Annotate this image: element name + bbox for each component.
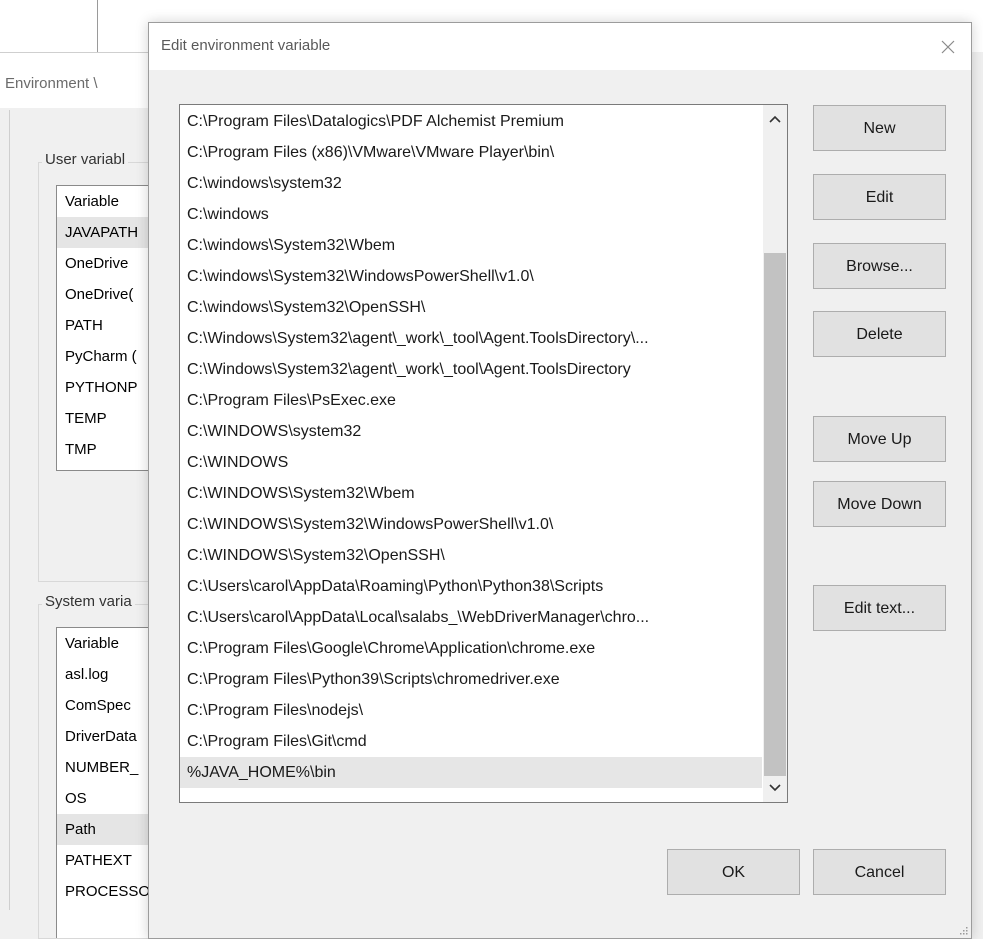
user-variables-column-header[interactable]: Variable xyxy=(57,186,157,217)
background-left-edge xyxy=(9,110,10,910)
system-variable-row[interactable]: ComSpec xyxy=(57,690,157,721)
path-list-scrollbar[interactable] xyxy=(763,105,787,802)
path-list-item[interactable]: C:\Program Files\Google\Chrome\Applicati… xyxy=(180,633,762,664)
system-variable-row[interactable]: Path xyxy=(57,814,157,845)
path-list-item[interactable]: C:\windows\system32 xyxy=(180,168,762,199)
user-variable-row[interactable]: PyCharm ( xyxy=(57,341,157,372)
path-list-item[interactable]: C:\Users\carol\AppData\Roaming\Python\Py… xyxy=(180,571,762,602)
user-variables-label: User variabl xyxy=(42,151,129,168)
path-list-item[interactable]: C:\Program Files\Python39\Scripts\chrome… xyxy=(180,664,762,695)
edit-button[interactable]: Edit xyxy=(813,174,946,220)
user-variable-row[interactable]: OneDrive( xyxy=(57,279,157,310)
path-list-item[interactable]: C:\Program Files (x86)\VMware\VMware Pla… xyxy=(180,137,762,168)
background-titlebar: Environment \ xyxy=(0,52,160,108)
path-list-item[interactable]: C:\WINDOWS\System32\WindowsPowerShell\v1… xyxy=(180,509,762,540)
user-variable-row[interactable]: TMP xyxy=(57,434,157,465)
system-variable-row[interactable]: DriverData xyxy=(57,721,157,752)
edit-text-button[interactable]: Edit text... xyxy=(813,585,946,631)
chevron-up-icon xyxy=(769,115,781,123)
system-variable-row[interactable]: asl.log xyxy=(57,659,157,690)
user-variables-list[interactable]: Variable JAVAPATH OneDrive OneDrive(PATH PyC… xyxy=(56,185,158,471)
path-list-item[interactable]: C:\Program Files\Git\cmd xyxy=(180,726,762,757)
background-window-title: Environment \ xyxy=(5,75,98,92)
ok-button[interactable]: OK xyxy=(667,849,800,895)
path-list-item[interactable]: C:\WINDOWS\System32\Wbem xyxy=(180,478,762,509)
system-variable-row[interactable]: NUMBER_ xyxy=(57,752,157,783)
path-list-item[interactable]: C:\windows\System32\Wbem xyxy=(180,230,762,261)
scroll-down-button[interactable] xyxy=(763,774,787,802)
path-list-item[interactable]: C:\Windows\System32\agent\_work\_tool\Ag… xyxy=(180,323,762,354)
path-list-item[interactable]: C:\windows xyxy=(180,199,762,230)
path-list-item[interactable]: C:\windows\System32\OpenSSH\ xyxy=(180,292,762,323)
dialog-title: Edit environment variable xyxy=(161,37,331,54)
user-variable-row[interactable]: JAVAPATH xyxy=(57,217,157,248)
dialog-titlebar[interactable]: Edit environment variable xyxy=(149,23,971,70)
system-variable-row[interactable]: PROCESSO xyxy=(57,876,157,907)
chevron-down-icon xyxy=(769,784,781,792)
resize-grip-icon[interactable] xyxy=(958,925,968,935)
user-variable-row[interactable]: OneDrive xyxy=(57,248,157,279)
system-variable-row[interactable]: OS xyxy=(57,783,157,814)
path-list-item[interactable]: C:\Program Files\nodejs\ xyxy=(180,695,762,726)
user-variable-row[interactable]: PYTHONP xyxy=(57,372,157,403)
background-divider xyxy=(97,0,98,52)
path-list-item[interactable]: C:\WINDOWS\System32\OpenSSH\ xyxy=(180,540,762,571)
path-list-item[interactable]: C:\windows\System32\WindowsPowerShell\v1… xyxy=(180,261,762,292)
browse-button[interactable]: Browse... xyxy=(813,243,946,289)
move-down-button[interactable]: Move Down xyxy=(813,481,946,527)
scroll-up-button[interactable] xyxy=(763,105,787,133)
delete-button[interactable]: Delete xyxy=(813,311,946,357)
path-list-item[interactable]: C:\WINDOWS\system32 xyxy=(180,416,762,447)
scroll-thumb[interactable] xyxy=(764,253,786,776)
path-list-item[interactable]: %JAVA_HOME%\bin xyxy=(180,757,762,788)
close-button[interactable] xyxy=(925,23,971,70)
move-up-button[interactable]: Move Up xyxy=(813,416,946,462)
new-button[interactable]: New xyxy=(813,105,946,151)
path-list-item[interactable]: C:\Windows\System32\agent\_work\_tool\Ag… xyxy=(180,354,762,385)
close-icon xyxy=(941,40,955,53)
path-list-item[interactable]: C:\WINDOWS xyxy=(180,447,762,478)
system-variables-label: System varia xyxy=(42,593,135,610)
path-list-item[interactable]: C:\Users\carol\AppData\Local\salabs_\Web… xyxy=(180,602,762,633)
system-variable-row[interactable]: PATHEXT xyxy=(57,845,157,876)
edit-environment-variable-dialog: Edit environment variable C:\Program Fil… xyxy=(148,22,972,939)
cancel-button[interactable]: Cancel xyxy=(813,849,946,895)
path-list-item[interactable]: C:\Program Files\Datalogics\PDF Alchemis… xyxy=(180,106,762,137)
path-list-item[interactable]: C:\Program Files\PsExec.exe xyxy=(180,385,762,416)
user-variable-row[interactable]: TEMP xyxy=(57,403,157,434)
system-variables-list[interactable]: Variable asl.log ComSpec DriverData NUMBER_ O… xyxy=(56,627,158,938)
user-variable-row[interactable]: PATH xyxy=(57,310,157,341)
system-variables-column-header[interactable]: Variable xyxy=(57,628,157,659)
path-list[interactable]: C:\Program Files\Datalogics\PDF Alchemis… xyxy=(179,104,788,803)
